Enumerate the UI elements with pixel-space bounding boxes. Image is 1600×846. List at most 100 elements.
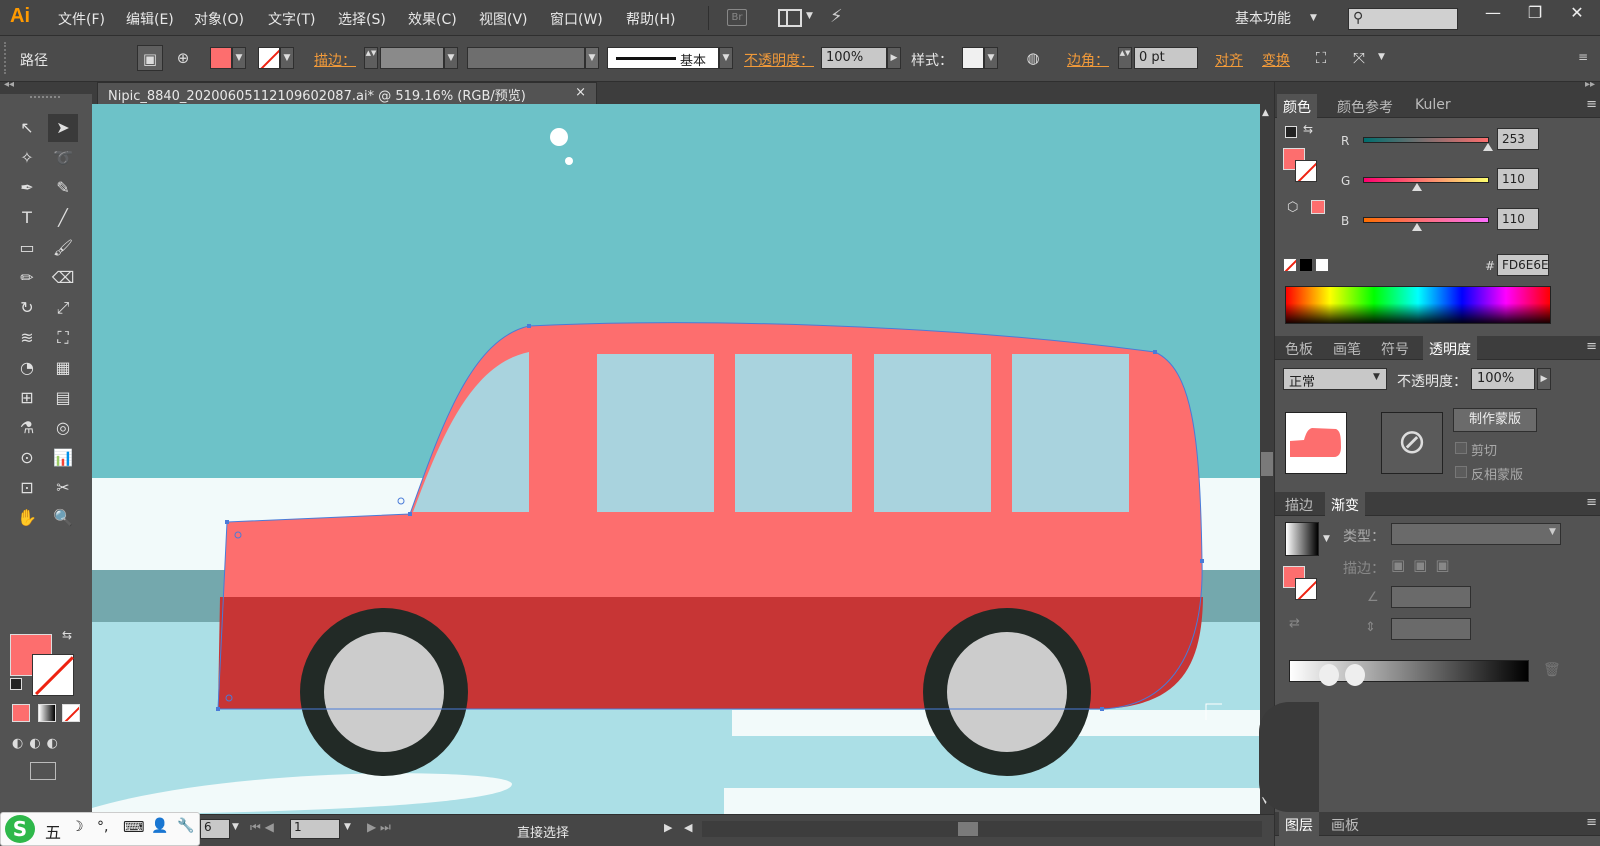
column-graph-icon[interactable]: 📊 (48, 444, 78, 472)
blue-slider[interactable] (1363, 217, 1489, 223)
ime-logo[interactable]: S (5, 815, 35, 843)
restore-button[interactable]: ❐ (1514, 0, 1556, 28)
paintbrush-icon[interactable]: 🖌 (48, 234, 78, 262)
user-icon[interactable]: 👤 (151, 818, 168, 834)
magic-wand-icon[interactable]: ✧ (12, 144, 42, 172)
close-tab-icon[interactable]: × (575, 85, 586, 100)
blue-slider-thumb[interactable] (1412, 223, 1423, 231)
opacity-input[interactable]: 100% (821, 47, 887, 69)
green-slider-thumb[interactable] (1412, 183, 1423, 191)
ime-mode-toggle[interactable]: 五 (45, 819, 61, 843)
panel-collapse-handle[interactable] (1259, 702, 1319, 812)
corner-radius-input[interactable]: 0 pt (1134, 47, 1198, 69)
pencil-icon[interactable]: ✏ (12, 264, 42, 292)
default-colors-icon[interactable] (1285, 126, 1297, 138)
tab-layers[interactable]: 图层 (1279, 812, 1319, 836)
invert-mask-checkbox[interactable] (1455, 466, 1467, 478)
scroll-left-icon[interactable]: ◀ (684, 821, 692, 834)
keyboard-icon[interactable]: ⌨ (123, 818, 145, 836)
slice-tool-icon[interactable]: ✂ (48, 474, 78, 502)
pen-tool-icon[interactable]: ✒ (12, 174, 42, 202)
panel-menu-icon[interactable]: ≡ (1578, 50, 1588, 64)
gradient-stop[interactable] (1319, 664, 1339, 686)
gradient-mode-icon[interactable] (38, 704, 56, 722)
clip-checkbox[interactable] (1455, 442, 1467, 454)
green-slider[interactable] (1363, 177, 1489, 183)
reverse-gradient-icon[interactable]: ⇄ (1289, 616, 1300, 631)
last-artboard-icon[interactable]: ▶ ⏭ (367, 820, 391, 835)
width-tool-icon[interactable]: ≋ (12, 324, 42, 352)
brush-dropdown[interactable]: ▼ (719, 47, 733, 69)
opacity-slider-toggle[interactable]: ▶ (1537, 368, 1551, 390)
stroke-gradient-options[interactable]: ▣▣▣ (1391, 556, 1475, 578)
corner-radius-stepper[interactable]: ▲▼ (1118, 47, 1132, 69)
white-swatch[interactable] (1315, 258, 1329, 272)
menu-view[interactable]: 视图(V) (479, 9, 528, 29)
tab-color-guide[interactable]: 颜色参考 (1337, 97, 1393, 117)
gradient-tool-icon[interactable]: ▤ (48, 384, 78, 412)
zoom-level-input[interactable]: 6 (200, 819, 230, 839)
screen-mode-icon[interactable] (30, 762, 56, 780)
fill-dropdown[interactable]: ▼ (232, 47, 246, 69)
graphic-style-swatch[interactable] (962, 47, 984, 69)
panel-menu-icon[interactable]: ≡ (1586, 97, 1597, 112)
gradient-aspect-input[interactable] (1391, 618, 1471, 640)
document-tab[interactable]: Nipic_8840_20200605112109602087.ai* @ 51… (97, 82, 597, 104)
panel-menu-icon[interactable]: ≡ (1586, 495, 1597, 510)
eyedropper-icon[interactable]: ⚗ (12, 414, 42, 442)
none-swatch[interactable] (1283, 258, 1297, 272)
chevron-down-icon[interactable]: ▼ (1549, 527, 1556, 537)
graphic-style-dropdown[interactable]: ▼ (984, 47, 998, 69)
make-mask-button[interactable]: 制作蒙版 (1453, 408, 1537, 432)
recolor-artwork-icon[interactable]: ◍ (1020, 45, 1046, 71)
menu-select[interactable]: 选择(S) (338, 9, 386, 29)
line-tool-icon[interactable]: ╱ (48, 204, 78, 232)
stroke-weight-stepper[interactable]: ▲▼ (364, 47, 378, 69)
opacity-label[interactable]: 不透明度： (744, 50, 814, 70)
stroke-color-box[interactable] (32, 654, 74, 696)
swap-colors-icon[interactable]: ⇆ (1303, 122, 1313, 136)
gradient-type-select[interactable] (1391, 523, 1561, 545)
gradient-preview[interactable] (1285, 522, 1319, 556)
out-of-gamut-icon[interactable]: ⬡ (1287, 200, 1298, 215)
settings-wrench-icon[interactable]: 🔧 (177, 818, 194, 834)
drawing-modes-icon[interactable]: ◐◐◐ (12, 736, 80, 756)
blend-mode-select[interactable]: 正常 (1283, 368, 1387, 390)
stroke-swatch[interactable] (258, 47, 280, 69)
menu-window[interactable]: 窗口(W) (550, 9, 603, 29)
horizontal-scrollbar-thumb[interactable] (958, 822, 978, 836)
default-colors-icon[interactable] (10, 678, 22, 690)
horizontal-scrollbar[interactable] (702, 821, 1262, 837)
scroll-up-icon[interactable]: ▲ (1262, 108, 1269, 118)
minimize-button[interactable]: — (1472, 0, 1514, 28)
isolate-path-icon[interactable]: ▣ (137, 45, 163, 71)
tab-brushes[interactable]: 画笔 (1333, 339, 1361, 359)
scale-tool-icon[interactable]: ⤢ (48, 294, 78, 322)
rectangle-tool-icon[interactable]: ▭ (12, 234, 42, 262)
gradient-stop[interactable] (1345, 664, 1365, 686)
transparency-opacity-input[interactable]: 100% (1471, 368, 1535, 390)
curvature-tool-icon[interactable]: ✎ (48, 174, 78, 202)
variable-width-profile[interactable] (467, 47, 585, 69)
menu-type[interactable]: 文字(T) (268, 9, 315, 29)
tab-transparency[interactable]: 透明度 (1423, 336, 1477, 360)
bridge-icon[interactable]: Br (727, 9, 747, 26)
gamut-color-swatch[interactable] (1311, 200, 1325, 214)
first-artboard-icon[interactable]: ⏮ ◀ (250, 820, 274, 835)
color-mode-icon[interactable] (12, 704, 30, 722)
red-slider[interactable] (1363, 137, 1489, 143)
color-spectrum[interactable] (1285, 286, 1551, 324)
mesh-tool-icon[interactable]: ⊞ (12, 384, 42, 412)
half-width-icon[interactable]: ☽ (71, 819, 84, 835)
isolate-group-icon[interactable]: ⛶ (1308, 45, 1334, 71)
anchor-point-icon[interactable]: ⊕ (170, 45, 196, 71)
selection-tool-icon[interactable]: ↖ (12, 114, 42, 142)
swap-colors-icon[interactable]: ⇆ (62, 628, 72, 642)
opacity-slider-toggle[interactable]: ▶ (887, 47, 901, 69)
red-slider-thumb[interactable] (1482, 143, 1493, 151)
tab-kuler[interactable]: Kuler (1415, 97, 1451, 113)
menu-help[interactable]: 帮助(H) (626, 9, 675, 29)
lasso-icon[interactable]: ➰ (48, 144, 78, 172)
chevron-down-icon[interactable]: ▼ (1323, 534, 1330, 544)
chevron-down-icon[interactable]: ▼ (1310, 13, 1317, 23)
